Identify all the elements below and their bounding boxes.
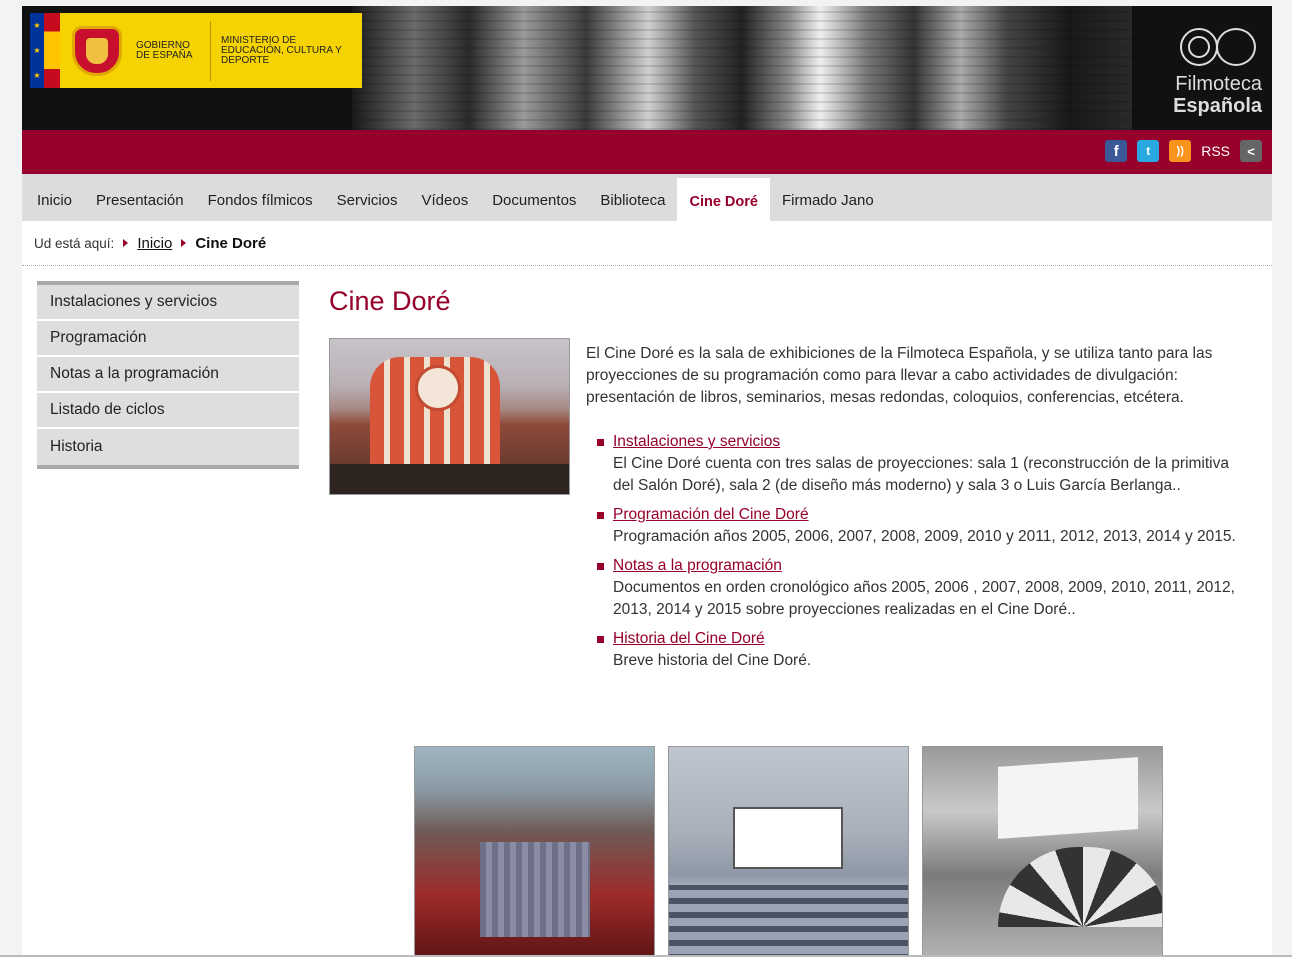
eu-flag-icon: ★ ★ ★ (30, 13, 44, 88)
list-item: Programación del Cine Doré Programación … (597, 504, 1237, 548)
terraza-photo[interactable] (922, 746, 1163, 957)
social-bar: f t )) RSS < (22, 130, 1272, 174)
nav-item-videos[interactable]: Vídeos (410, 174, 481, 221)
share-icon[interactable]: < (1240, 140, 1262, 162)
link-description: El Cine Doré cuenta con tres salas de pr… (613, 455, 1229, 494)
link-description: Programación años 2005, 2006, 2007, 2008… (613, 528, 1236, 545)
bullet-icon (597, 563, 604, 570)
page: ★ ★ ★ GOBIERNO DE ESPAÑA MINISTERIO DE EDU… (22, 6, 1272, 957)
nav-item-servicios[interactable]: Servicios (325, 174, 410, 221)
intro-text: El Cine Doré es la sala de exhibiciones … (586, 345, 1213, 406)
sidebar-item-instalaciones[interactable]: Instalaciones y servicios (37, 285, 299, 321)
link-historia[interactable]: Historia del Cine Doré (613, 628, 1237, 650)
sidebar-item-historia[interactable]: Historia (37, 429, 299, 465)
gov-line: GOBIERNO DE ESPAÑA (136, 39, 193, 61)
rss-icon[interactable]: )) (1169, 140, 1192, 162)
logo-divider (210, 20, 211, 81)
cine-dore-facade-image (329, 338, 570, 495)
bullet-icon (597, 636, 604, 643)
nav-item-inicio[interactable]: Inicio (22, 174, 84, 221)
social-links: f t )) RSS < (1105, 140, 1262, 162)
film-stills-image (352, 6, 1132, 130)
brand-line-2: Española (1173, 95, 1262, 117)
brand-line-1: Filmoteca (1175, 73, 1262, 95)
sidebar-item-programacion[interactable]: Programación (37, 321, 299, 357)
breadcrumb-arrow-icon (123, 239, 129, 247)
spain-flag-icon (44, 13, 60, 88)
list-item: Notas a la programación Documentos en or… (597, 555, 1237, 621)
breadcrumb: Ud está aquí: Inicio Cine Doré (22, 221, 1272, 266)
page-title: Cine Doré (329, 286, 451, 316)
sidebar-item-notas[interactable]: Notas a la programación (37, 357, 299, 393)
list-item: Historia del Cine Doré Breve historia de… (597, 628, 1237, 672)
breadcrumb-home-link[interactable]: Inicio (137, 235, 172, 252)
twitter-icon[interactable]: t (1137, 140, 1160, 162)
list-item: Instalaciones y servicios El Cine Doré c… (597, 431, 1237, 497)
nav-item-presentacion[interactable]: Presentación (84, 174, 196, 221)
nav-item-firmado-jano[interactable]: Firmado Jano (770, 174, 886, 221)
sala-2-photo[interactable] (668, 746, 909, 957)
section-links: Instalaciones y servicios El Cine Doré c… (597, 431, 1237, 679)
bullet-icon (597, 512, 604, 519)
breadcrumb-prefix: Ud está aquí: (34, 235, 115, 251)
government-logo[interactable]: ★ ★ ★ GOBIERNO DE ESPAÑA MINISTERIO DE EDU… (30, 13, 362, 88)
nav-item-cine-dore[interactable]: Cine Doré (677, 178, 770, 221)
ministry-line: MINISTERIO DE EDUCACIÓN, CULTURA Y DEPOR… (221, 34, 342, 66)
facebook-icon[interactable]: f (1105, 140, 1128, 162)
spiral-icon (1172, 24, 1262, 68)
link-instalaciones[interactable]: Instalaciones y servicios (613, 431, 1237, 453)
breadcrumb-current: Cine Doré (195, 234, 267, 252)
link-notas[interactable]: Notas a la programación (613, 555, 1237, 577)
nav-item-biblioteca[interactable]: Biblioteca (588, 174, 677, 221)
breadcrumb-arrow-icon (181, 239, 187, 247)
rss-link[interactable]: RSS (1201, 143, 1230, 159)
link-description: Breve historia del Cine Doré. (613, 652, 812, 669)
nav-item-documentos[interactable]: Documentos (480, 174, 588, 221)
link-programacion[interactable]: Programación del Cine Doré (613, 504, 1237, 526)
main-nav: Inicio Presentación Fondos fílmicos Serv… (22, 174, 1272, 221)
header-banner: ★ ★ ★ GOBIERNO DE ESPAÑA MINISTERIO DE EDU… (22, 6, 1272, 130)
sidebar-item-ciclos[interactable]: Listado de ciclos (37, 393, 299, 429)
coat-of-arms-icon (72, 25, 122, 76)
filmoteca-logo[interactable]: Filmoteca Española (1152, 24, 1262, 117)
sidebar-menu: Instalaciones y servicios Programación N… (37, 281, 299, 469)
link-description: Documentos en orden cronológico años 200… (613, 579, 1235, 618)
bullet-icon (597, 439, 604, 446)
sala-1-photo[interactable] (414, 746, 655, 957)
nav-item-fondos-filmicos[interactable]: Fondos fílmicos (196, 174, 325, 221)
